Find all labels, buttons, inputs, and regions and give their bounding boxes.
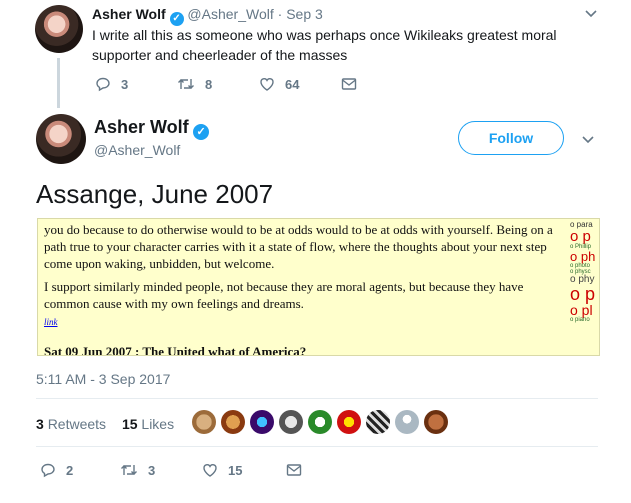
tweet-actions: 3 8 64 — [95, 76, 367, 92]
retweets-stat-label: Retweets — [47, 416, 107, 432]
retweets-stat-count: 3 — [36, 416, 44, 432]
likes-stat-count: 15 — [121, 416, 138, 432]
liker-avatar[interactable] — [192, 410, 216, 434]
retweet-count: 3 — [148, 462, 156, 478]
tweet-actions: 2 3 15 — [40, 462, 312, 478]
liker-avatar[interactable] — [221, 410, 245, 434]
excerpt-paragraph: I support similarly minded people, not b… — [44, 279, 524, 311]
divider — [36, 398, 598, 399]
retweet-icon — [121, 465, 137, 475]
tweet-text: Assange, June 2007 — [36, 179, 274, 209]
user-handle[interactable]: @Asher_Wolf — [94, 142, 180, 158]
envelope-icon — [286, 464, 302, 476]
excerpt-link: link — [44, 317, 58, 327]
liker-avatar[interactable] — [308, 410, 332, 434]
tweet-text: I write all this as someone who was perh… — [92, 27, 557, 63]
like-button[interactable]: 64 — [259, 76, 341, 92]
reply-icon — [96, 77, 110, 92]
excerpt-sidebar: o para o p o Phillip o ph o photo o phys… — [570, 221, 599, 324]
avatar[interactable] — [36, 114, 86, 164]
retweet-button[interactable]: 3 — [120, 462, 202, 478]
side-item: o pl — [570, 302, 593, 318]
heart-icon — [260, 78, 274, 91]
follow-button[interactable]: Follow — [458, 121, 564, 155]
likes-stat-label: Likes — [141, 416, 175, 432]
chevron-down-icon[interactable] — [581, 132, 595, 151]
verified-badge-icon: ✓ — [193, 124, 210, 140]
retweet-count: 8 — [205, 76, 213, 92]
thread-line — [57, 58, 60, 108]
liker-avatar[interactable] — [366, 410, 390, 434]
message-button[interactable] — [341, 76, 367, 92]
message-button[interactable] — [286, 462, 312, 478]
divider — [36, 446, 598, 447]
liker-avatar[interactable] — [424, 410, 448, 434]
retweet-button[interactable]: 8 — [177, 76, 259, 92]
side-item: o ph — [570, 249, 596, 264]
like-count: 64 — [285, 76, 300, 92]
tweet-header: Asher Wolf ✓ — [94, 117, 210, 140]
side-item: o p — [570, 284, 596, 304]
liker-avatar[interactable] — [337, 410, 361, 434]
display-name[interactable]: Asher Wolf — [92, 6, 166, 22]
chevron-down-icon[interactable] — [584, 6, 598, 25]
excerpt-paragraph: you do because to do otherwise would to … — [44, 222, 553, 271]
heart-icon — [203, 464, 217, 477]
liker-avatar[interactable] — [279, 410, 303, 434]
tweet-date[interactable]: · Sep 3 — [278, 6, 323, 22]
liker-avatar[interactable] — [250, 410, 274, 434]
side-item: o p — [570, 228, 591, 245]
tweet-stats: 3 Retweets 15 Likes — [36, 416, 174, 432]
reply-count: 3 — [121, 76, 129, 92]
reply-button[interactable]: 2 — [40, 462, 120, 478]
liker-avatar[interactable] — [395, 410, 419, 434]
likers-avatars — [192, 410, 453, 434]
likes-stat[interactable]: 15 Likes — [122, 416, 174, 432]
tweet-header: Asher Wolf ✓ @Asher_Wolf · Sep 3 — [92, 6, 323, 26]
like-button[interactable]: 15 — [202, 462, 286, 478]
user-handle[interactable]: @Asher_Wolf — [187, 6, 273, 22]
verified-badge-icon: ✓ — [169, 12, 184, 26]
like-count: 15 — [228, 462, 243, 478]
reply-icon — [41, 463, 55, 478]
retweet-icon — [178, 79, 194, 89]
reply-button[interactable]: 3 — [95, 76, 177, 92]
display-name[interactable]: Asher Wolf — [94, 117, 189, 137]
attached-image[interactable]: you do because to do otherwise would to … — [37, 218, 600, 356]
tweet-timestamp[interactable]: 5:11 AM - 3 Sep 2017 — [36, 371, 170, 387]
retweets-stat[interactable]: 3 Retweets — [36, 416, 110, 432]
excerpt-date-heading: Sat 09 Jun 2007 : The United what of Ame… — [44, 344, 307, 356]
avatar[interactable] — [35, 5, 83, 53]
excerpt-body: you do because to do otherwise would to … — [44, 221, 560, 356]
envelope-icon — [341, 78, 357, 90]
reply-count: 2 — [66, 462, 74, 478]
side-item: o piano — [570, 317, 590, 323]
